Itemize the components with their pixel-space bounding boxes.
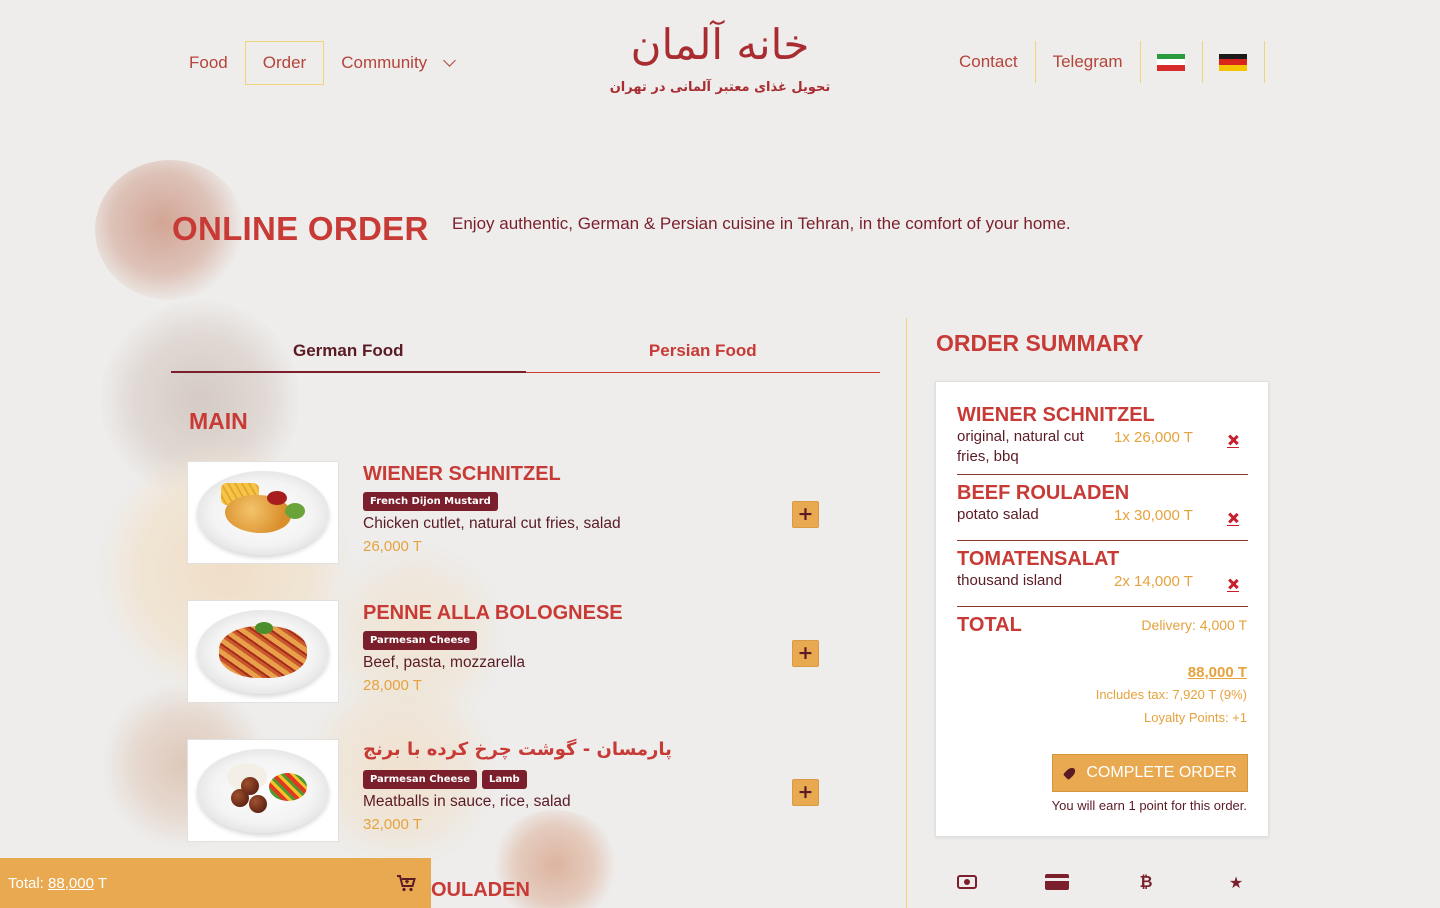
page-intro: Enjoy authentic, German & Persian cuisin… <box>452 214 1071 233</box>
menu-item-name: PENNE ALLA BOLOGNESE <box>363 602 623 624</box>
tab-persian-food[interactable]: Persian Food <box>526 332 881 372</box>
logo-subtitle: تحویل غذای معتبر آلمانی در تهران <box>609 80 831 95</box>
menu-item-tags: Parmesan Cheese Lamb <box>363 770 527 789</box>
bitcoin-icon: ₿ <box>1139 872 1153 891</box>
nav-food-label: Food <box>189 53 228 72</box>
summary-item-options: thousand island <box>957 572 1063 589</box>
menu-item-tags: Parmesan Cheese <box>363 631 477 650</box>
cart-total-label: Total: <box>8 874 49 892</box>
site-logo[interactable]: خانه آلمان تحویل غذای معتبر آلمانی در ته… <box>600 16 840 108</box>
nav-food[interactable]: Food <box>172 41 245 85</box>
nav-order-label: Order <box>262 53 307 72</box>
page-title: ONLINE ORDER <box>172 210 429 247</box>
logo-wordmark: خانه آلمان <box>600 16 840 74</box>
summary-total-label: TOTAL <box>957 614 1022 636</box>
nav-telegram[interactable]: Telegram <box>1036 41 1141 83</box>
tab-german-food[interactable]: German Food <box>171 332 526 373</box>
chevron-down-icon <box>443 54 457 67</box>
nav-contact[interactable]: Contact <box>942 41 1036 83</box>
menu-item: PENNE ALLA BOLOGNESE Parmesan Cheese Bee… <box>187 600 837 704</box>
logo-title: خانه آلمان <box>630 20 810 69</box>
menu-item-name-partial: OULADEN <box>431 879 530 901</box>
nav-order[interactable]: Order <box>244 41 325 85</box>
menu-item-tags: French Dijon Mustard <box>363 492 498 511</box>
menu-item: پارمسان - گوشت چرخ کرده با برنج Parmesan… <box>187 739 837 843</box>
add-to-order-button[interactable]: + <box>792 779 819 806</box>
complete-order-label: COMPLETE ORDER <box>1086 764 1237 781</box>
language-german-button[interactable] <box>1203 41 1265 83</box>
nav-telegram-label: Telegram <box>1052 52 1123 71</box>
cart-total-text: Total: 88,000 T <box>8 875 107 892</box>
summary-grand-total: 88,000 T <box>1187 664 1247 681</box>
menu-item-tag: Lamb <box>482 770 527 789</box>
germany-flag-icon <box>1219 53 1248 71</box>
language-persian-button[interactable] <box>1141 41 1203 83</box>
column-divider <box>906 318 907 908</box>
cart-total-amount: 88,000 <box>48 874 94 892</box>
nav-community-label: Community <box>341 53 428 72</box>
summary-item-qty-price: 1x 30,000 T <box>1114 507 1193 524</box>
main-nav-right: Contact Telegram <box>942 41 1265 83</box>
menu-item-tag: Parmesan Cheese <box>363 631 477 650</box>
cash-icon <box>955 870 979 894</box>
remove-item-icon[interactable] <box>1227 512 1239 526</box>
remove-item-icon[interactable] <box>1227 578 1239 592</box>
menu-item-description: Chicken cutlet, natural cut fries, salad <box>363 515 621 532</box>
meatballs-plate-image <box>197 748 329 833</box>
rocket-icon <box>1063 766 1077 780</box>
summary-item-name: BEEF ROULADEN <box>957 482 1130 504</box>
summary-item-name: TOMATENSALAT <box>957 548 1120 570</box>
order-summary-title: ORDER SUMMARY <box>936 330 1144 356</box>
summary-item-options: original, natural cut fries, bbq <box>957 428 1084 465</box>
add-to-order-button[interactable]: + <box>792 501 819 528</box>
summary-delivery-fee: Delivery: 4,000 T <box>1141 617 1247 633</box>
menu-item-image[interactable] <box>187 600 339 703</box>
credit-card-icon <box>1045 870 1069 894</box>
loyalty-earn-note: You will earn 1 point for this order. <box>1051 798 1247 813</box>
schnitzel-plate-image <box>197 470 329 555</box>
nav-contact-label: Contact <box>959 52 1018 71</box>
payment-methods: ₿ ★ <box>935 870 1269 898</box>
menu-item: WIENER SCHNITZEL French Dijon Mustard Ch… <box>187 461 837 565</box>
menu-item-price: 32,000 T <box>363 816 422 833</box>
summary-tax-note: Includes tax: 7,920 T (9%) <box>1095 687 1247 702</box>
iran-flag-icon <box>1157 53 1186 71</box>
shopping-cart-icon[interactable] <box>396 875 416 892</box>
order-summary-panel: WIENER SCHNITZEL original, natural cut f… <box>935 381 1269 837</box>
cart-total-currency: T <box>93 874 107 892</box>
menu-item-tag: French Dijon Mustard <box>363 492 498 511</box>
summary-item-options: potato salad <box>957 506 1039 523</box>
menu-item-tag: Parmesan Cheese <box>363 770 477 789</box>
remove-item-icon[interactable] <box>1227 434 1239 448</box>
menu-item-description: Meatballs in sauce, rice, salad <box>363 793 571 810</box>
menu-item-image[interactable] <box>187 461 339 564</box>
summary-loyalty-points: Loyalty Points: +1 <box>1144 710 1247 725</box>
menu-item-price: 28,000 T <box>363 677 422 694</box>
menu-item-description: Beef, pasta, mozzarella <box>363 654 525 671</box>
summary-item-qty-price: 2x 14,000 T <box>1114 573 1193 590</box>
summary-line-item: BEEF ROULADEN potato salad 1x 30,000 T <box>957 481 1248 541</box>
menu-section-title: MAIN <box>189 408 248 434</box>
summary-line-item: WIENER SCHNITZEL original, natural cut f… <box>957 403 1248 475</box>
summary-line-item: TOMATENSALAT thousand island 2x 14,000 T <box>957 547 1248 607</box>
cuisine-tabs: German Food Persian Food <box>171 332 880 373</box>
summary-item-name: WIENER SCHNITZEL <box>957 404 1155 426</box>
main-nav-left: Food Order Community <box>172 41 471 85</box>
complete-order-button[interactable]: COMPLETE ORDER <box>1052 754 1248 792</box>
star-icon: ★ <box>1228 872 1244 892</box>
nav-community-dropdown[interactable]: Community <box>324 41 471 85</box>
cart-total-bar[interactable]: Total: 88,000 T <box>0 858 431 908</box>
penne-plate-image <box>197 609 329 694</box>
menu-item-name: WIENER SCHNITZEL <box>363 463 561 485</box>
menu-item-image[interactable] <box>187 739 339 842</box>
menu-item-price: 26,000 T <box>363 538 422 555</box>
summary-item-qty-price: 1x 26,000 T <box>1114 429 1193 446</box>
add-to-order-button[interactable]: + <box>792 640 819 667</box>
menu-item-name: پارمسان - گوشت چرخ کرده با برنج <box>363 739 672 760</box>
